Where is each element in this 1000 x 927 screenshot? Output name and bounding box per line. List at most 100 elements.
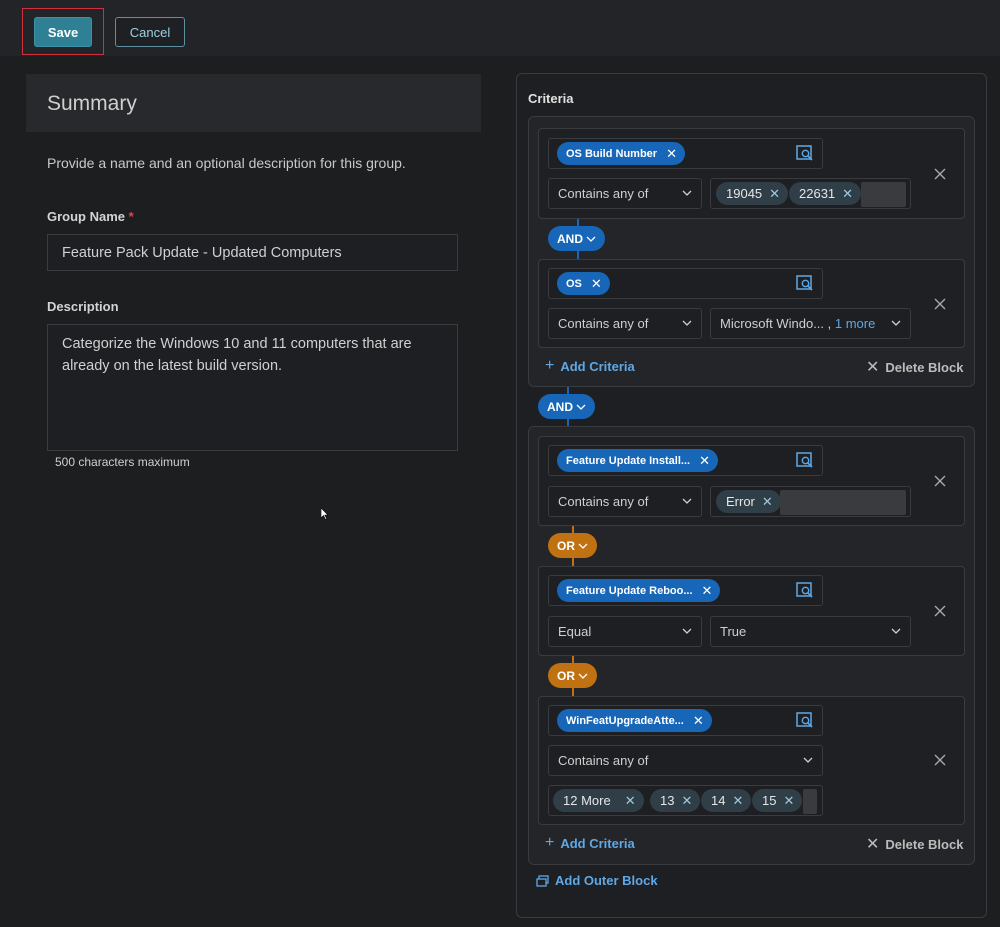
- add-criteria-label: Add Criteria: [560, 835, 635, 851]
- operator-select-value: Contains any of: [558, 186, 649, 201]
- summary-header: Summary: [26, 74, 481, 132]
- values-field[interactable]: 19045 ✕ 22631 ✕: [710, 178, 911, 209]
- criteria-row: OS ✕ Contains any of Microsoft Windo... ,…: [538, 259, 965, 348]
- value-chip[interactable]: 19045 ✕: [716, 182, 789, 205]
- close-icon[interactable]: ✕: [625, 793, 636, 809]
- operator-select-value: Equal: [558, 624, 592, 639]
- remove-row-icon[interactable]: [934, 475, 946, 487]
- field-selector[interactable]: WinFeatUpgradeAtte... ✕: [548, 705, 823, 736]
- required-marker: *: [128, 209, 134, 224]
- group-name-label-text: Group Name: [47, 209, 126, 224]
- add-criteria-label: Add Criteria: [560, 358, 635, 374]
- value-select[interactable]: True: [710, 616, 911, 647]
- description-hint: 500 characters maximum: [55, 455, 190, 469]
- operator-select[interactable]: Contains any of: [548, 308, 702, 339]
- close-icon[interactable]: ✕: [769, 186, 780, 202]
- close-icon[interactable]: ✕: [681, 793, 692, 809]
- field-picker-icon[interactable]: [796, 582, 814, 599]
- remove-row-icon[interactable]: [934, 754, 946, 766]
- and-connector[interactable]: AND: [548, 226, 605, 251]
- description-textarea[interactable]: Categorize the Windows 10 and 11 compute…: [47, 324, 458, 451]
- outer-block-icon: [536, 874, 549, 887]
- or-connector-label: OR: [557, 668, 575, 683]
- operator-select[interactable]: Contains any of: [548, 486, 702, 517]
- value-chip-label: 22631: [799, 186, 836, 201]
- and-connector-label: AND: [557, 231, 583, 246]
- operator-select[interactable]: Contains any of: [548, 178, 702, 209]
- close-icon[interactable]: ✕: [702, 583, 713, 599]
- add-criteria-button[interactable]: + Add Criteria: [545, 357, 635, 375]
- field-picker-icon[interactable]: [796, 145, 814, 162]
- field-chip[interactable]: WinFeatUpgradeAtte... ✕: [557, 709, 712, 732]
- chevron-down-icon: [578, 543, 588, 549]
- chevron-down-icon: [682, 498, 692, 504]
- value-chip-label: Error: [726, 494, 755, 509]
- value-chip[interactable]: Error ✕: [716, 490, 781, 513]
- values-select[interactable]: Microsoft Windo... , 1 more: [710, 308, 911, 339]
- add-outer-block-button[interactable]: Add Outer Block: [536, 873, 658, 888]
- remove-row-icon[interactable]: [934, 605, 946, 617]
- operator-select[interactable]: Equal: [548, 616, 702, 647]
- close-icon: ✕: [866, 836, 880, 853]
- value-chip[interactable]: 13 ✕: [650, 789, 701, 812]
- value-chip-label: 12 More: [563, 793, 611, 808]
- add-criteria-button[interactable]: + Add Criteria: [545, 834, 635, 852]
- delete-block-button[interactable]: ✕ Delete Block: [866, 357, 963, 377]
- outer-and-connector[interactable]: AND: [538, 394, 595, 419]
- field-picker-icon[interactable]: [796, 275, 814, 292]
- operator-select-value: Contains any of: [558, 494, 649, 509]
- operator-select[interactable]: Contains any of: [548, 745, 823, 776]
- value-chip-label: 13: [660, 793, 675, 808]
- close-icon[interactable]: ✕: [762, 494, 773, 510]
- cancel-button[interactable]: Cancel: [115, 17, 185, 47]
- field-picker-icon[interactable]: [796, 712, 814, 729]
- redacted-area: [861, 182, 906, 207]
- field-picker-icon[interactable]: [796, 452, 814, 469]
- more-values-link[interactable]: 1 more: [835, 316, 875, 331]
- close-icon[interactable]: ✕: [699, 453, 710, 469]
- close-icon[interactable]: ✕: [666, 146, 677, 162]
- value-chip[interactable]: 15 ✕: [752, 789, 803, 812]
- delete-block-label: Delete Block: [885, 836, 964, 852]
- more-values-chip[interactable]: 12 More ✕: [553, 789, 644, 812]
- delete-block-label: Delete Block: [885, 359, 964, 375]
- group-name-input[interactable]: Feature Pack Update - Updated Computers: [47, 234, 458, 271]
- save-button[interactable]: Save: [34, 17, 92, 47]
- chevron-down-icon: [682, 190, 692, 196]
- chevron-down-icon: [682, 320, 692, 326]
- close-icon[interactable]: ✕: [842, 186, 853, 202]
- values-field[interactable]: 12 More ✕ 13 ✕ 14 ✕ 15 ✕: [548, 785, 823, 816]
- or-connector[interactable]: OR: [548, 663, 597, 688]
- criteria-row: Feature Update Install... ✕ Contains any …: [538, 436, 965, 526]
- value-chip-label: 15: [762, 793, 777, 808]
- close-icon[interactable]: ✕: [693, 713, 704, 729]
- delete-block-button[interactable]: ✕ Delete Block: [866, 834, 963, 854]
- close-icon[interactable]: ✕: [591, 276, 602, 292]
- or-connector[interactable]: OR: [548, 533, 597, 558]
- field-chip[interactable]: Feature Update Reboo... ✕: [557, 579, 721, 602]
- close-icon[interactable]: ✕: [732, 793, 743, 809]
- field-chip[interactable]: OS ✕: [557, 272, 610, 295]
- operator-select-value: Contains any of: [558, 316, 649, 331]
- field-selector[interactable]: Feature Update Reboo... ✕: [548, 575, 823, 606]
- field-selector[interactable]: OS Build Number ✕: [548, 138, 823, 169]
- field-chip[interactable]: Feature Update Install... ✕: [557, 449, 718, 472]
- field-selector[interactable]: OS ✕: [548, 268, 823, 299]
- description-label: Description: [47, 299, 119, 314]
- values-field[interactable]: Error ✕: [710, 486, 911, 517]
- remove-row-icon[interactable]: [934, 168, 946, 180]
- group-name-label: Group Name *: [47, 209, 134, 224]
- add-outer-block-label: Add Outer Block: [555, 873, 658, 888]
- chevron-down-icon: [891, 320, 901, 326]
- close-icon[interactable]: ✕: [783, 793, 794, 809]
- value-chip[interactable]: 14 ✕: [701, 789, 752, 812]
- value-chip[interactable]: 22631 ✕: [789, 182, 862, 205]
- field-selector[interactable]: Feature Update Install... ✕: [548, 445, 823, 476]
- chevron-down-icon: [576, 404, 586, 410]
- field-chip[interactable]: OS Build Number ✕: [557, 142, 685, 165]
- value-select-text: True: [720, 624, 747, 639]
- remove-row-icon[interactable]: [934, 298, 946, 310]
- criteria-row: Feature Update Reboo... ✕ Equal True: [538, 566, 965, 656]
- or-connector-label: OR: [557, 538, 575, 553]
- summary-title: Summary: [47, 92, 137, 115]
